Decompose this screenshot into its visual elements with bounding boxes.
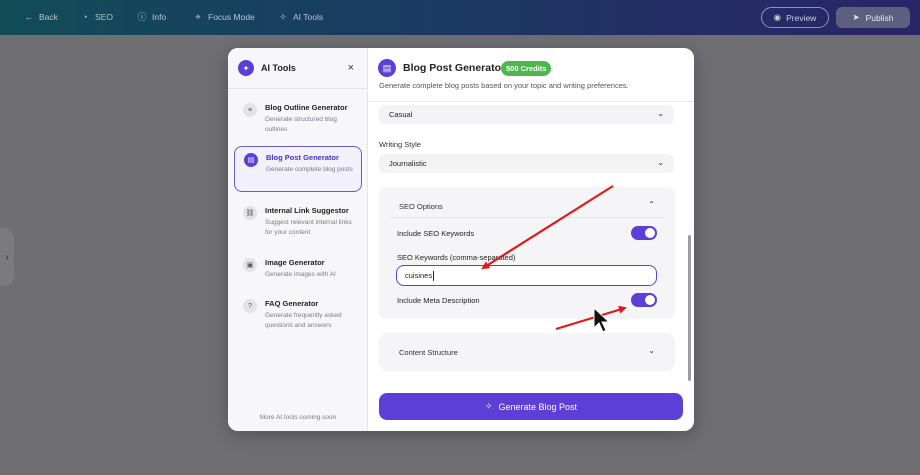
seo-keywords-input[interactable]: cuisines [396,265,657,286]
seo-label: SEO [95,12,113,22]
tool-blog-outline-generator[interactable]: ≡ Blog Outline Generator Generate struct… [234,97,362,143]
tool-description: Suggest relevant internal links for your… [265,219,352,236]
toggle-knob [645,295,655,305]
tool-description: Generate images with AI [265,271,336,278]
chevron-right-icon: › [5,251,9,263]
info-button[interactable]: ⓘ Info [137,12,166,22]
magic-wand-icon: ✧ [484,401,493,411]
text-caret [433,270,435,281]
page-title: Blog Post Generator [403,62,506,74]
preview-button[interactable]: ◉ Preview [761,7,829,28]
chevron-down-icon: ⌄ [657,109,664,118]
focus-icon: ⌖ [195,12,201,22]
content-structure-panel[interactable]: Content Structure ⌄ [379,333,675,371]
sidebar-footer-note: More AI tools coming soon [259,414,337,421]
divider [389,217,665,218]
focus-mode-button[interactable]: ⌖ Focus Mode [193,12,255,22]
ai-tools-label: AI Tools [293,12,324,22]
tool-description: Generate frequently asked questions and … [265,312,342,329]
seo-keywords-value: cuisines [405,271,433,280]
divider [368,101,694,102]
info-icon: ⓘ [137,12,147,22]
sidebar-title: AI Tools [261,63,296,73]
chevron-down-icon: ⌄ [657,158,664,167]
article-icon: ▤ [378,59,396,77]
tool-internal-link-suggestor[interactable]: ⛓ Internal Link Suggestor Suggest releva… [234,200,362,246]
seo-options-panel: SEO Options ⌃ Include SEO Keywords SEO K… [379,187,675,319]
content-structure-label: Content Structure [399,348,458,357]
document-icon: ≡ [243,103,257,117]
scrollbar[interactable] [688,235,691,381]
divider [228,88,368,89]
tone-value: Casual [389,110,413,119]
tone-select[interactable]: Casual ⌄ [379,105,674,124]
tool-faq-generator[interactable]: ? FAQ Generator Generate frequently aske… [234,293,362,339]
tool-description: Generate complete blog posts [266,166,353,173]
include-seo-keywords-toggle[interactable] [631,226,657,240]
include-seo-keywords-label: Include SEO Keywords [397,229,475,238]
page-subtitle: Generate complete blog posts based on yo… [379,81,629,90]
include-meta-description-label: Include Meta Description [397,296,480,305]
magic-wand-icon: ✦ [238,60,254,76]
tool-name: FAQ Generator [265,299,319,308]
tool-blog-post-generator[interactable]: ▤ Blog Post Generator Generate complete … [234,146,362,192]
toggle-knob [645,228,655,238]
chevron-up-icon[interactable]: ⌃ [648,200,655,209]
ai-tools-modal: ✦ AI Tools × ≡ Blog Outline Generator Ge… [228,48,694,431]
writing-style-value: Journalistic [389,159,427,168]
credits-badge: 500 Credits [501,61,552,76]
image-icon: ▣ [243,258,257,272]
generate-blog-post-label: Generate Blog Post [498,401,578,412]
publish-button[interactable]: ➤ Publish [836,7,910,28]
focus-mode-label: Focus Mode [208,12,255,22]
seo-keywords-label: SEO Keywords (comma-separated) [397,253,516,262]
magic-wand-icon: ✧ [279,12,287,22]
tool-name: Blog Outline Generator [265,103,348,112]
tool-name: Blog Post Generator [266,153,339,162]
writing-style-select[interactable]: Journalistic ⌄ [379,154,674,173]
preview-label: Preview [786,12,817,23]
tool-name: Internal Link Suggestor [265,206,349,215]
tool-image-generator[interactable]: ▣ Image Generator Generate images with A… [234,252,362,298]
eye-icon: ◉ [773,12,782,22]
seo-button[interactable]: ◔ SEO [80,12,113,22]
ai-tools-sidebar: ✦ AI Tools × ≡ Blog Outline Generator Ge… [228,48,368,431]
generate-blog-post-button[interactable]: ✧ Generate Blog Post [379,393,683,420]
top-toolbar: ← Back ◔ SEO ⓘ Info ⌖ Focus Mode ✧ AI To… [0,0,920,35]
sidebar-header: ✦ AI Tools × [238,60,358,76]
info-label: Info [152,12,167,22]
send-icon: ➤ [852,12,860,22]
back-button[interactable]: ← Back [24,12,58,22]
sidebar-expand-handle[interactable]: › [0,228,14,286]
help-icon: ? [243,299,257,313]
close-icon[interactable]: × [348,60,354,76]
include-meta-description-toggle[interactable] [631,293,657,307]
chevron-down-icon: ⌄ [648,346,655,355]
writing-style-label: Writing Style [379,140,421,149]
back-label: Back [39,12,58,22]
gauge-icon: ◔ [82,12,88,22]
link-icon: ⛓ [243,206,257,220]
seo-options-toggle[interactable]: SEO Options [399,202,443,211]
tool-description: Generate structured blog outlines [265,116,337,133]
ai-tools-button[interactable]: ✧ AI Tools [278,12,323,22]
publish-label: Publish [865,12,894,23]
tool-name: Image Generator [265,258,325,267]
article-icon: ▤ [244,153,258,167]
arrow-left-icon: ← [24,12,34,22]
